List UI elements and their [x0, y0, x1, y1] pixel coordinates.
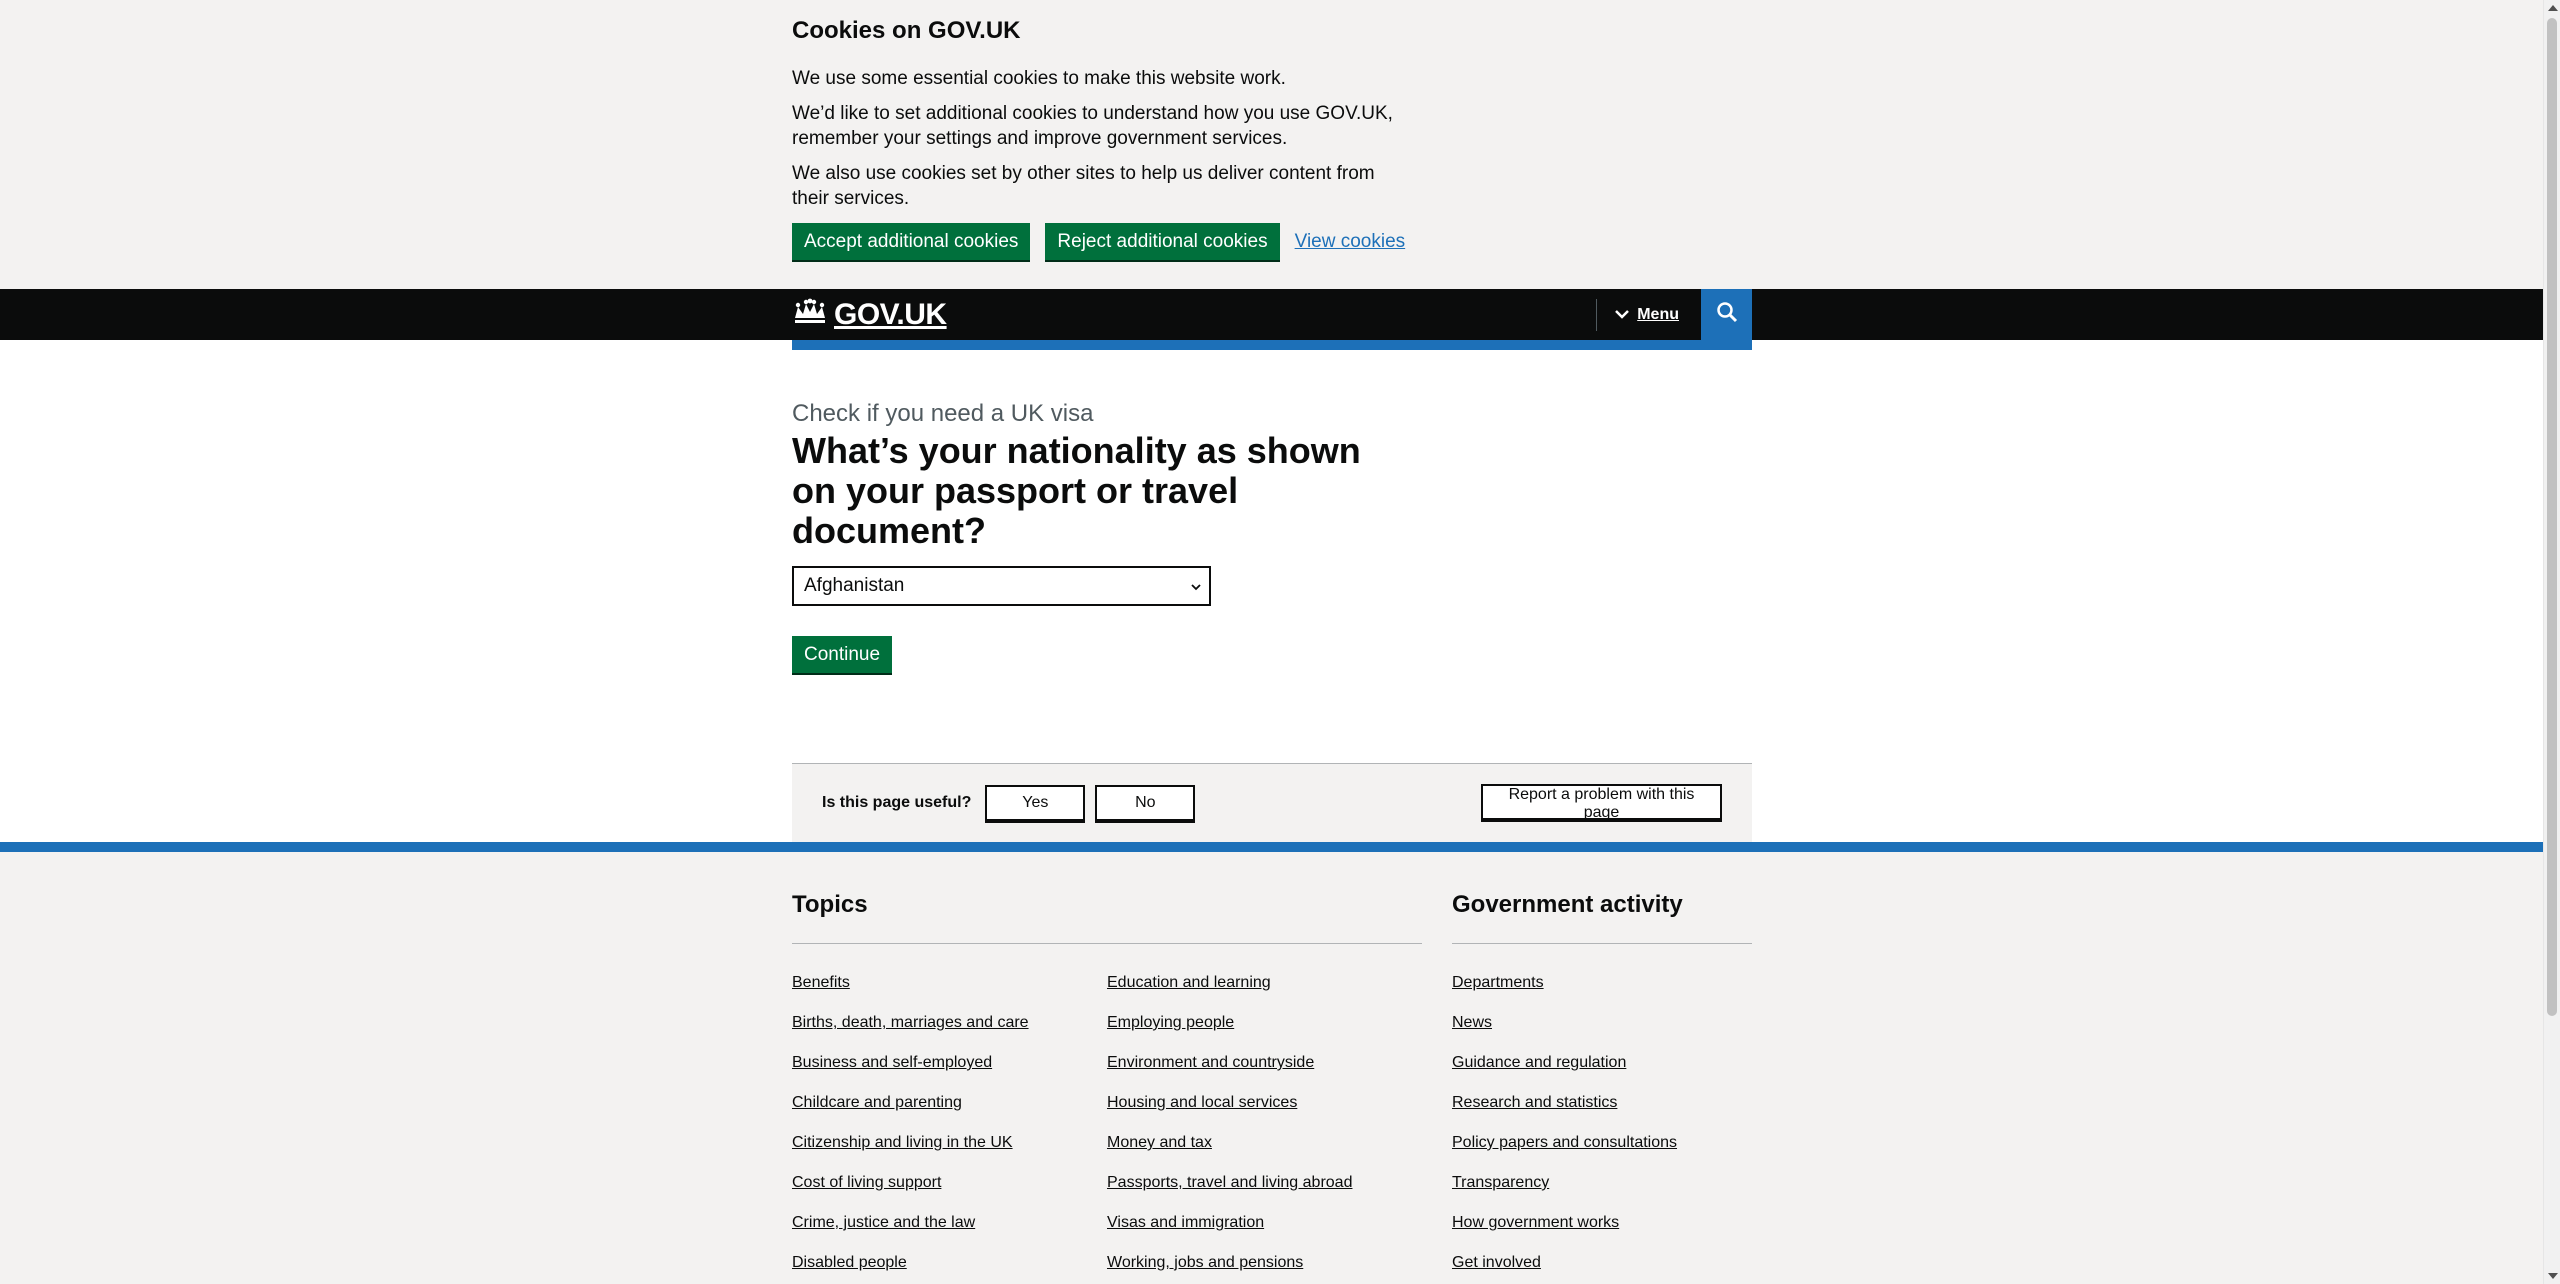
- list-item: Research and statistics: [1452, 1093, 1677, 1133]
- list-item: Disabled people: [792, 1253, 1107, 1284]
- footer-link[interactable]: News: [1452, 1014, 1492, 1031]
- list-item: How government works: [1452, 1213, 1677, 1253]
- search-icon: [1716, 301, 1738, 328]
- feedback-bar: Is this page useful? Yes No Report a pro…: [792, 763, 1752, 842]
- cookie-text-additional: We’d like to set additional cookies to u…: [792, 103, 1393, 149]
- header-actions: Menu: [1596, 289, 1752, 340]
- govuk-logo-link[interactable]: GOV.UK: [792, 298, 947, 332]
- footer-link[interactable]: Passports, travel and living abroad: [1107, 1174, 1352, 1191]
- list-item: Guidance and regulation: [1452, 1053, 1677, 1093]
- page-caption: Check if you need a UK visa: [792, 400, 1094, 427]
- menu-button[interactable]: Menu: [1597, 289, 1701, 340]
- footer-link[interactable]: Departments: [1452, 974, 1544, 991]
- nationality-select[interactable]: Afghanistan: [792, 566, 1211, 606]
- footer-gov-title: Government activity: [1452, 890, 1752, 944]
- footer-topics: Topics Benefits Births, death, marriages…: [792, 890, 1422, 1284]
- scroll-down-arrow-icon[interactable]: [2548, 1273, 2558, 1279]
- page-title: What’s your nationality as shown on your…: [792, 430, 1361, 551]
- page: Cookies on GOV.UK We use some essential …: [0, 0, 2543, 1284]
- footer-topics-list-2: Education and learning Employing people …: [1107, 973, 1422, 1284]
- list-item: Crime, justice and the law: [792, 1213, 1107, 1253]
- list-item: Education and learning: [1107, 973, 1422, 1013]
- footer-topics-lists: Benefits Births, death, marriages and ca…: [792, 973, 1422, 1284]
- footer-link[interactable]: How government works: [1452, 1214, 1619, 1231]
- main-content: Check if you need a UK visa What’s your …: [0, 350, 2543, 763]
- nationality-select-value: Afghanistan: [804, 575, 905, 596]
- cookie-banner-title: Cookies on GOV.UK: [792, 17, 1021, 44]
- footer-link[interactable]: Childcare and parenting: [792, 1094, 962, 1111]
- list-item: Cost of living support: [792, 1173, 1107, 1213]
- cookie-actions: Accept additional cookies Reject additio…: [792, 223, 1752, 260]
- footer-link[interactable]: Citizenship and living in the UK: [792, 1134, 1013, 1151]
- list-item: Employing people: [1107, 1013, 1422, 1053]
- cookie-banner: Cookies on GOV.UK We use some essential …: [0, 0, 2543, 289]
- reject-cookies-button[interactable]: Reject additional cookies: [1045, 223, 1280, 260]
- list-item: Departments: [1452, 973, 1677, 1013]
- chevron-down-icon: [1191, 575, 1201, 597]
- accept-cookies-button[interactable]: Accept additional cookies: [792, 223, 1031, 260]
- footer-link[interactable]: Policy papers and consultations: [1452, 1134, 1677, 1151]
- site-header: GOV.UK Menu: [0, 289, 2543, 340]
- footer-link[interactable]: Births, death, marriages and care: [792, 1014, 1029, 1031]
- scrollbar-thumb[interactable]: [2547, 18, 2557, 1016]
- report-problem-button[interactable]: Report a problem with this page: [1481, 784, 1722, 821]
- search-button[interactable]: [1701, 289, 1752, 340]
- footer-link[interactable]: Crime, justice and the law: [792, 1214, 975, 1231]
- chevron-down-icon: [1615, 306, 1637, 324]
- list-item: Transparency: [1452, 1173, 1677, 1213]
- footer-link[interactable]: Housing and local services: [1107, 1094, 1297, 1111]
- page-scrollbar[interactable]: [2543, 0, 2560, 1284]
- logo-text: GOV.UK: [834, 297, 947, 331]
- footer-link[interactable]: Get involved: [1452, 1254, 1541, 1271]
- footer-link[interactable]: Business and self-employed: [792, 1054, 992, 1071]
- footer-link[interactable]: Money and tax: [1107, 1134, 1212, 1151]
- crown-icon: [792, 298, 828, 331]
- list-item: Working, jobs and pensions: [1107, 1253, 1422, 1284]
- feedback-no-button[interactable]: No: [1095, 785, 1196, 821]
- list-item: Births, death, marriages and care: [792, 1013, 1107, 1053]
- footer-link[interactable]: Education and learning: [1107, 974, 1271, 991]
- cookie-text-third-party: We also use cookies set by other sites t…: [792, 163, 1375, 209]
- feedback-yes-button[interactable]: Yes: [985, 785, 1086, 821]
- site-footer: Topics Benefits Births, death, marriages…: [0, 842, 2543, 1284]
- list-item: Childcare and parenting: [792, 1093, 1107, 1133]
- list-item: Citizenship and living in the UK: [792, 1133, 1107, 1173]
- footer-link[interactable]: Environment and countryside: [1107, 1054, 1314, 1071]
- footer-link[interactable]: Cost of living support: [792, 1174, 941, 1191]
- list-item: Passports, travel and living abroad: [1107, 1173, 1422, 1213]
- footer-link[interactable]: Disabled people: [792, 1254, 907, 1271]
- menu-label: Menu: [1637, 305, 1679, 323]
- footer-topics-list-1: Benefits Births, death, marriages and ca…: [792, 973, 1107, 1284]
- list-item: Visas and immigration: [1107, 1213, 1422, 1253]
- footer-link[interactable]: Guidance and regulation: [1452, 1054, 1626, 1071]
- footer-government-activity: Government activity Departments News Gui…: [1452, 890, 1752, 1284]
- footer-columns: Topics Benefits Births, death, marriages…: [792, 890, 1752, 1284]
- list-item: Get involved: [1452, 1253, 1677, 1284]
- list-item: Money and tax: [1107, 1133, 1422, 1173]
- list-item: Housing and local services: [1107, 1093, 1422, 1133]
- footer-link[interactable]: Working, jobs and pensions: [1107, 1254, 1303, 1271]
- list-item: Benefits: [792, 973, 1107, 1013]
- feedback-question: Is this page useful?: [822, 794, 972, 811]
- footer-link[interactable]: Visas and immigration: [1107, 1214, 1264, 1231]
- list-item: News: [1452, 1013, 1677, 1053]
- footer-link[interactable]: Employing people: [1107, 1014, 1234, 1031]
- footer-link[interactable]: Benefits: [792, 974, 850, 991]
- scroll-up-arrow-icon[interactable]: [2548, 5, 2558, 11]
- cookie-text-essential: We use some essential cookies to make th…: [792, 68, 1286, 89]
- list-item: Environment and countryside: [1107, 1053, 1422, 1093]
- continue-button[interactable]: Continue: [792, 636, 893, 673]
- header-blue-bar: [792, 340, 1752, 350]
- footer-topics-title: Topics: [792, 890, 1422, 944]
- footer-gov-list: Departments News Guidance and regulation…: [1452, 973, 1677, 1284]
- footer-link[interactable]: Transparency: [1452, 1174, 1549, 1191]
- footer-link[interactable]: Research and statistics: [1452, 1094, 1617, 1111]
- list-item: Policy papers and consultations: [1452, 1133, 1677, 1173]
- footer-gov-lists: Departments News Guidance and regulation…: [1452, 973, 1752, 1284]
- list-item: Business and self-employed: [792, 1053, 1107, 1093]
- view-cookies-link[interactable]: View cookies: [1295, 231, 1406, 253]
